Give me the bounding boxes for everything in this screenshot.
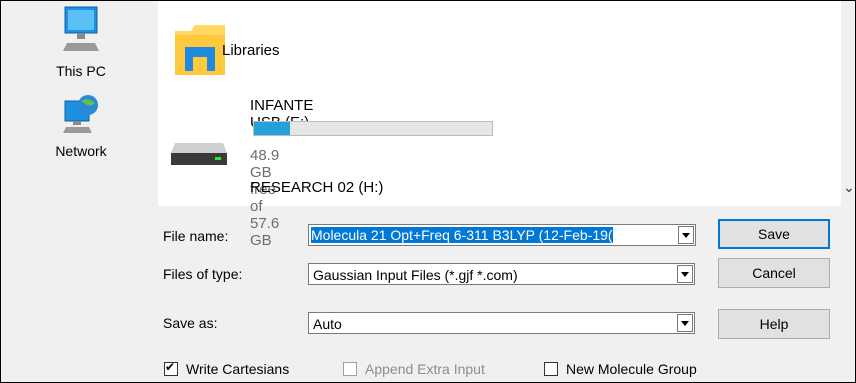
files-of-type-dropdown-icon[interactable] — [677, 265, 693, 283]
save-as-value: Auto — [313, 316, 342, 332]
drive-usage-bar — [253, 121, 493, 136]
write-cartesians-checkbox[interactable]: Write Cartesians — [164, 360, 290, 377]
help-button[interactable]: Help — [718, 309, 830, 339]
append-extra-input-checkbox: Append Extra Input — [343, 361, 485, 377]
checkbox-unchecked-icon — [343, 362, 357, 376]
location-list[interactable]: Libraries INFANTE USB (E:) 48.9 GB free … — [158, 1, 841, 249]
drive-label-research[interactable]: RESEARCH 02 (H:) — [250, 179, 383, 196]
file-name-combobox[interactable]: Molecula 21 Opt+Freq 6-311 B3LYP (12-Feb… — [308, 224, 696, 246]
libraries-icon — [175, 25, 225, 75]
drive-icon — [171, 143, 227, 165]
write-cartesians-label: Write Cartesians — [186, 361, 290, 377]
file-name-label: File name: — [163, 228, 229, 244]
save-button[interactable]: Save — [718, 219, 830, 249]
network-icon — [63, 95, 98, 133]
cancel-button[interactable]: Cancel — [718, 258, 830, 288]
append-extra-input-label: Append Extra Input — [365, 361, 485, 377]
libraries-label: Libraries — [222, 42, 280, 59]
new-molecule-group-label: New Molecule Group — [566, 361, 697, 377]
sidebar-item-label: This PC — [56, 63, 106, 79]
sidebar-item-label: Network — [55, 143, 107, 159]
scroll-down-chevron-icon[interactable]: ⌄ — [843, 179, 855, 196]
libraries-item[interactable]: Libraries — [168, 19, 468, 81]
save-as-label: Save as: — [163, 315, 218, 331]
sidebar-item-this-pc[interactable]: This PC — [31, 5, 131, 79]
checkbox-unchecked-icon[interactable] — [544, 362, 558, 376]
file-name-dropdown-icon[interactable] — [678, 226, 694, 244]
files-of-type-label: Files of type: — [163, 266, 243, 282]
drive-free-space: 48.9 GB free of 57.6 GB — [250, 147, 280, 249]
files-of-type-value: Gaussian Input Files (*.gjf *.com) — [313, 267, 518, 283]
sidebar-item-network[interactable]: Network — [31, 93, 131, 159]
file-name-input[interactable]: Molecula 21 Opt+Freq 6-311 B3LYP (12-Feb… — [311, 227, 613, 243]
save-dialog: This PC Network Libraries INFANTE 48.9 G… — [0, 0, 856, 383]
files-of-type-select[interactable]: Gaussian Input Files (*.gjf *.com) — [308, 263, 695, 285]
checkbox-checked-icon[interactable] — [164, 360, 178, 376]
computer-icon — [63, 6, 99, 51]
drive-usage-fill — [254, 122, 290, 135]
save-as-select[interactable]: Auto — [308, 312, 695, 334]
new-molecule-group-checkbox[interactable]: New Molecule Group — [544, 361, 697, 377]
save-as-dropdown-icon[interactable] — [677, 314, 693, 332]
